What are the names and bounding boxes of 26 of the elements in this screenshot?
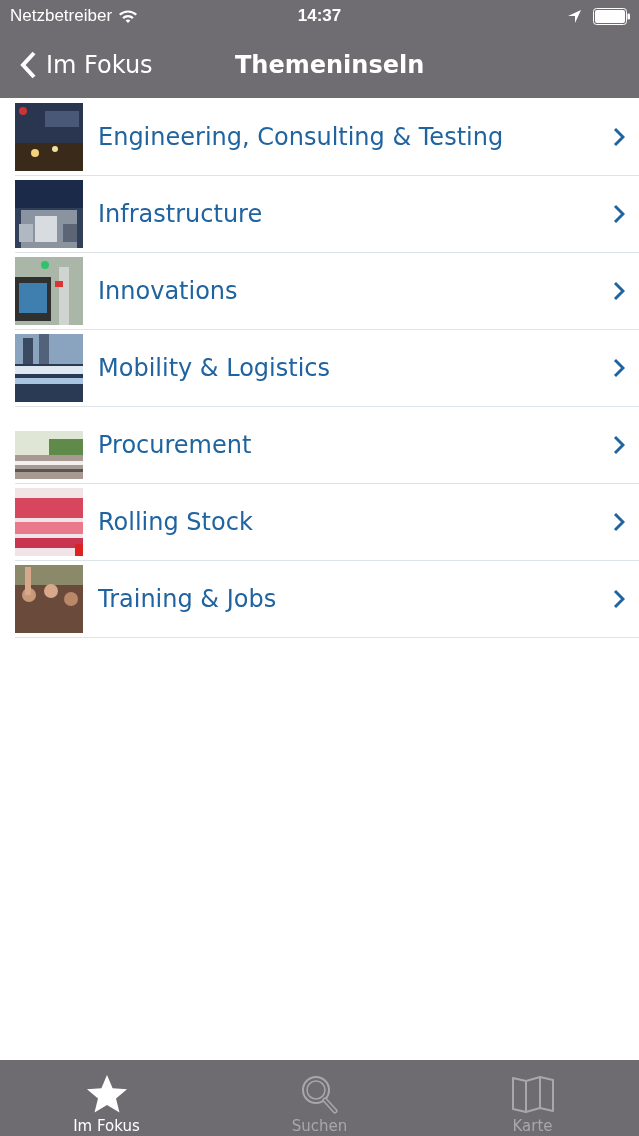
topic-list-item[interactable]: Infrastructure <box>15 176 639 253</box>
location-arrow-icon <box>568 9 581 23</box>
topic-list-item[interactable]: Engineering, Consulting & Testing <box>15 99 639 176</box>
chevron-right-icon <box>613 512 625 532</box>
chevron-right-icon <box>613 281 625 301</box>
star-icon <box>84 1074 129 1114</box>
topic-list-item[interactable]: Innovations <box>15 253 639 330</box>
back-chevron-icon <box>18 50 38 80</box>
chevron-right-icon <box>613 435 625 455</box>
clock-time: 14:37 <box>297 6 342 26</box>
chevron-right-icon <box>613 204 625 224</box>
topic-list-item[interactable]: Procurement <box>15 407 639 484</box>
topic-list-item[interactable]: Training & Jobs <box>15 561 639 638</box>
chevron-right-icon <box>613 589 625 609</box>
search-icon <box>299 1074 340 1114</box>
battery-icon <box>593 7 631 25</box>
topic-list-item[interactable]: Rolling Stock <box>15 484 639 561</box>
chevron-right-icon <box>613 358 625 378</box>
tab-bar-item[interactable]: Im Fokus <box>0 1060 213 1136</box>
chevron-right-icon <box>613 127 625 147</box>
back-button[interactable]: Im Fokus <box>18 50 153 80</box>
wifi-icon <box>118 8 139 24</box>
carrier-name: Netzbetreiber <box>10 6 113 26</box>
topic-list-item[interactable]: Mobility & Logistics <box>15 330 639 407</box>
screen-title: Themeninseln <box>235 51 425 79</box>
map-icon <box>510 1074 555 1114</box>
